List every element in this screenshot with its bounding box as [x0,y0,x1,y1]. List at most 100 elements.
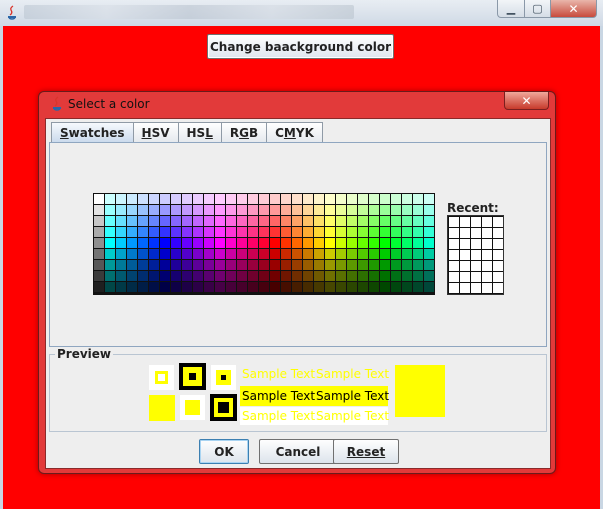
color-swatch[interactable] [94,271,104,281]
recent-swatch[interactable] [493,283,503,293]
color-swatch[interactable] [270,282,280,292]
color-swatch[interactable] [303,282,313,292]
color-swatch[interactable] [226,227,236,237]
color-swatch[interactable] [358,227,368,237]
color-swatch[interactable] [248,227,258,237]
color-swatch[interactable] [413,205,423,215]
color-swatch[interactable] [413,238,423,248]
color-swatch[interactable] [127,271,137,281]
color-swatch[interactable] [292,238,302,248]
color-swatch[interactable] [325,194,335,204]
color-swatch[interactable] [116,216,126,226]
color-swatch[interactable] [248,249,258,259]
color-swatch[interactable] [105,216,115,226]
color-swatch[interactable] [281,194,291,204]
color-swatch[interactable] [336,216,346,226]
color-swatch[interactable] [424,205,434,215]
color-swatch[interactable] [215,282,225,292]
color-swatch[interactable] [171,249,181,259]
color-swatch[interactable] [182,205,192,215]
color-swatch[interactable] [204,205,214,215]
color-swatch[interactable] [391,238,401,248]
color-swatch[interactable] [237,227,247,237]
tab-rgb[interactable]: RGB [220,122,268,142]
color-swatch[interactable] [259,260,269,270]
color-swatch[interactable] [171,205,181,215]
color-swatch[interactable] [193,205,203,215]
color-swatch[interactable] [391,194,401,204]
color-swatch[interactable] [380,271,390,281]
color-swatch[interactable] [347,238,357,248]
recent-swatch[interactable] [471,250,481,260]
close-button[interactable]: ✕ [550,0,597,18]
color-swatch[interactable] [193,249,203,259]
color-swatch[interactable] [336,260,346,270]
color-swatch[interactable] [292,271,302,281]
color-swatch[interactable] [369,271,379,281]
color-swatch[interactable] [325,271,335,281]
color-swatch[interactable] [204,238,214,248]
color-swatch[interactable] [116,238,126,248]
color-swatch[interactable] [127,260,137,270]
color-swatch[interactable] [237,260,247,270]
color-swatch[interactable] [402,249,412,259]
color-swatch[interactable] [171,282,181,292]
change-background-button[interactable]: Change baackground color [207,34,394,59]
reset-button[interactable]: Reset [333,439,399,464]
color-swatch[interactable] [116,227,126,237]
color-swatch[interactable] [138,216,148,226]
color-swatch[interactable] [391,205,401,215]
color-swatch[interactable] [391,282,401,292]
color-swatch[interactable] [347,282,357,292]
color-swatch[interactable] [325,238,335,248]
color-swatch[interactable] [303,194,313,204]
color-swatch[interactable] [380,227,390,237]
color-swatch[interactable] [347,216,357,226]
color-swatch[interactable] [215,205,225,215]
color-swatch[interactable] [182,249,192,259]
color-swatch[interactable] [424,238,434,248]
color-swatch[interactable] [369,216,379,226]
color-swatch[interactable] [94,227,104,237]
color-swatch[interactable] [94,282,104,292]
color-swatch[interactable] [369,194,379,204]
tab-hsv[interactable]: H SV [132,122,179,142]
color-swatch[interactable] [116,249,126,259]
color-swatch[interactable] [259,194,269,204]
minimize-button[interactable]: ▁ [497,0,525,18]
color-swatch[interactable] [281,227,291,237]
color-swatch[interactable] [149,238,159,248]
color-swatch[interactable] [116,282,126,292]
color-swatch[interactable] [215,238,225,248]
color-swatch[interactable] [149,194,159,204]
color-swatch[interactable] [204,271,214,281]
color-swatch[interactable] [358,194,368,204]
color-swatch[interactable] [369,205,379,215]
color-swatch[interactable] [116,194,126,204]
color-swatch[interactable] [413,249,423,259]
color-swatch[interactable] [138,238,148,248]
color-swatch[interactable] [160,194,170,204]
color-swatch[interactable] [160,282,170,292]
color-swatch[interactable] [182,216,192,226]
color-swatch[interactable] [116,260,126,270]
recent-swatch[interactable] [493,261,503,271]
color-swatch[interactable] [226,194,236,204]
color-swatch[interactable] [193,216,203,226]
color-swatch[interactable] [314,216,324,226]
color-swatch[interactable] [215,216,225,226]
color-swatch[interactable] [182,282,192,292]
color-swatch[interactable] [314,271,324,281]
recent-swatch[interactable] [460,283,470,293]
color-swatch[interactable] [347,271,357,281]
color-swatch[interactable] [182,227,192,237]
color-swatch[interactable] [303,249,313,259]
recent-swatch[interactable] [471,283,481,293]
color-swatch[interactable] [259,282,269,292]
cancel-button[interactable]: Cancel [259,439,337,464]
color-swatch[interactable] [204,260,214,270]
color-swatch[interactable] [358,249,368,259]
color-swatch[interactable] [138,227,148,237]
color-swatch[interactable] [314,238,324,248]
color-swatch[interactable] [226,238,236,248]
